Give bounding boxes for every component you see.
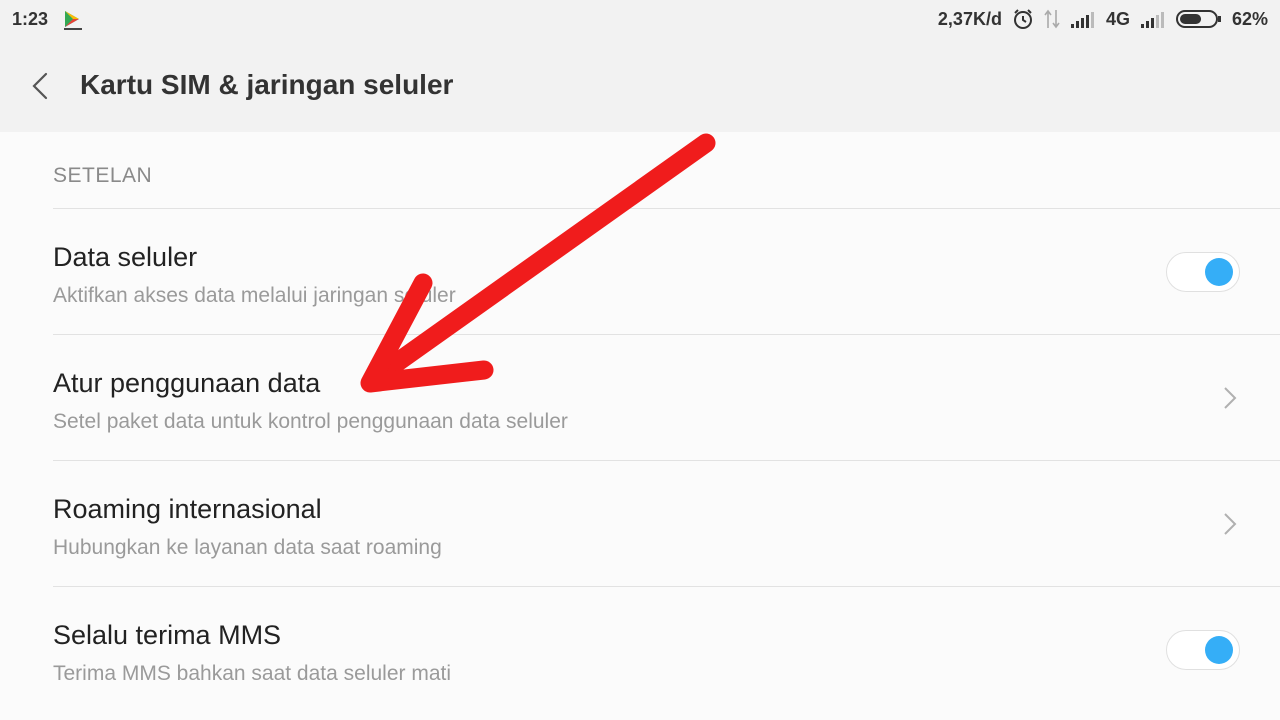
alarm-clock-icon xyxy=(1013,9,1032,29)
setting-international-roaming[interactable]: Roaming internasional Hubungkan ke layan… xyxy=(0,461,1280,587)
setting-title: Data seluler xyxy=(53,242,198,272)
app-bar: Kartu SIM & jaringan seluler xyxy=(0,40,1280,132)
setting-subtitle: Aktifkan akses data melalui jaringan sel… xyxy=(53,284,456,307)
section-header: SETELAN xyxy=(53,164,153,187)
setting-subtitle: Setel paket data untuk kontrol penggunaa… xyxy=(53,410,568,433)
mobile-data-toggle[interactable] xyxy=(1166,252,1240,292)
settings-list: SETELAN Data seluler Aktifkan akses data… xyxy=(0,132,1280,720)
chevron-right-icon xyxy=(1224,387,1237,409)
net-speed: 2,37K/d xyxy=(937,8,1002,29)
setting-subtitle: Hubungkan ke layanan data saat roaming xyxy=(53,536,442,559)
battery-icon xyxy=(1175,10,1221,28)
status-bar: 1:23 2,37K/d 4G 62% xyxy=(0,0,1280,40)
chevron-right-icon xyxy=(1224,513,1237,535)
back-button[interactable] xyxy=(26,68,56,104)
battery-percent: 62% xyxy=(1231,8,1268,29)
status-time: 1:23 xyxy=(12,9,49,29)
signal-icon xyxy=(1140,12,1164,28)
data-arrows-icon xyxy=(1044,9,1060,29)
setting-mobile-data[interactable]: Data seluler Aktifkan akses data melalui… xyxy=(0,209,1280,335)
mms-toggle[interactable] xyxy=(1166,630,1240,670)
page-title: Kartu SIM & jaringan seluler xyxy=(80,69,454,100)
setting-title: Atur penggunaan data xyxy=(53,368,321,398)
setting-title: Selalu terima MMS xyxy=(53,620,282,650)
signal-icon xyxy=(1070,12,1094,28)
setting-always-receive-mms[interactable]: Selalu terima MMS Terima MMS bahkan saat… xyxy=(0,587,1280,713)
network-type: 4G xyxy=(1105,8,1130,29)
toggle-knob xyxy=(1205,636,1233,664)
setting-title: Roaming internasional xyxy=(53,494,322,524)
chevron-left-icon xyxy=(32,72,48,100)
play-store-icon xyxy=(64,11,82,30)
setting-data-usage[interactable]: Atur penggunaan data Setel paket data un… xyxy=(0,335,1280,461)
toggle-knob xyxy=(1205,258,1233,286)
setting-subtitle: Terima MMS bahkan saat data seluler mati xyxy=(53,662,452,685)
